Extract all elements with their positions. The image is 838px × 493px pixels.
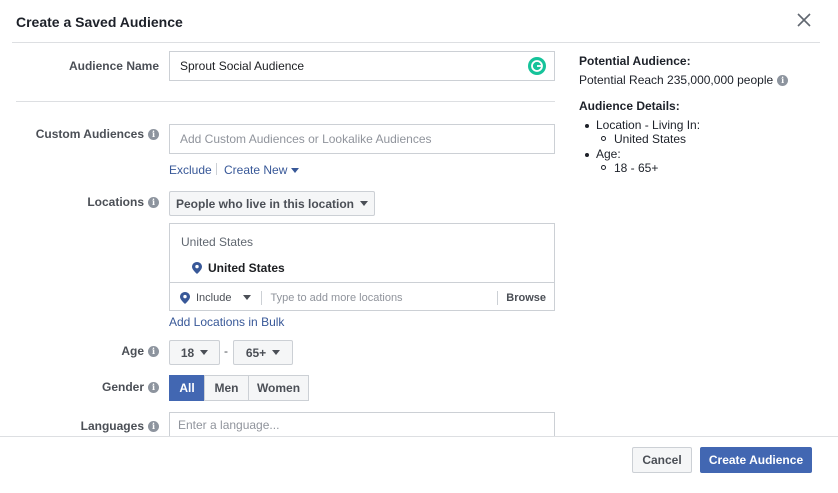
close-icon[interactable] (794, 10, 814, 30)
languages-placeholder: Enter a language... (178, 417, 280, 432)
detail-location-value: United States (614, 132, 687, 146)
chevron-down-icon (200, 350, 209, 355)
age-min-dropdown[interactable]: 18 (169, 340, 220, 365)
locations-box: United States United States Include Type… (169, 223, 555, 311)
custom-audiences-placeholder: Add Custom Audiences or Lookalike Audien… (180, 132, 432, 146)
gender-men-button[interactable]: Men (204, 375, 249, 401)
header-divider (12, 42, 820, 43)
potential-reach-text: Potential Reach 235,000,000 people (579, 73, 774, 87)
info-icon[interactable]: i (148, 345, 159, 357)
languages-label-text: Languages (80, 419, 144, 433)
custom-audiences-label-text: Custom Audiences (35, 127, 144, 141)
chevron-down-icon (360, 201, 369, 206)
info-icon[interactable]: i (148, 381, 159, 393)
gender-women-button[interactable]: Women (248, 375, 309, 401)
info-icon[interactable]: i (777, 74, 789, 86)
sub-bullet-icon (601, 165, 606, 170)
custom-audiences-input[interactable]: Add Custom Audiences or Lookalike Audien… (169, 124, 555, 154)
search-separator (261, 290, 263, 305)
potential-reach: Potential Reach 235,000,000 people i (579, 73, 789, 87)
grammarly-icon[interactable] (528, 57, 546, 75)
location-pin-icon (180, 291, 190, 304)
age-label: Age i (80, 344, 159, 358)
age-max-dropdown[interactable]: 65+ (233, 340, 293, 365)
gender-all-button[interactable]: All (169, 375, 205, 401)
audience-name-label-text: Audience Name (68, 59, 159, 73)
location-pin-icon (192, 262, 202, 274)
audience-details-title: Audience Details: (579, 99, 680, 113)
audience-name-value: Sprout Social Audience (180, 59, 305, 73)
create-new-label: Create New (224, 163, 288, 177)
location-search-row: Include Type to add more locations Brows… (170, 282, 554, 312)
include-dropdown[interactable]: Include (170, 291, 252, 304)
detail-location-item: Location - Living In: (596, 118, 701, 132)
gender-label: Gender i (80, 380, 159, 394)
browse-button[interactable]: Browse (497, 290, 554, 305)
gender-label-text: Gender (101, 380, 144, 394)
section-divider (16, 101, 555, 102)
dialog-title: Create a Saved Audience (16, 14, 183, 30)
detail-age-value: 18 - 65+ (614, 161, 659, 175)
age-separator: - (224, 344, 228, 358)
locations-label: Locations i (60, 195, 159, 209)
info-icon[interactable]: i (148, 128, 159, 140)
bullet-icon (585, 124, 589, 128)
detail-age-item: Age: (596, 147, 621, 161)
location-search-input[interactable]: Type to add more locations (270, 292, 497, 304)
create-audience-button[interactable]: Create Audience (700, 447, 812, 473)
age-max-value: 65+ (245, 345, 267, 360)
sub-bullet-icon (601, 136, 606, 141)
info-icon[interactable]: i (148, 196, 159, 208)
exclude-link[interactable]: Exclude (169, 163, 212, 177)
cancel-button[interactable]: Cancel (632, 447, 692, 473)
custom-audiences-label: Custom Audiences i (20, 127, 159, 141)
chevron-down-icon (272, 350, 281, 355)
selected-location-label: United States (208, 261, 285, 275)
languages-label: Languages i (60, 419, 159, 433)
create-new-dropdown[interactable]: Create New (224, 163, 300, 177)
footer-divider (0, 436, 838, 437)
create-saved-audience-dialog: Create a Saved Audience Audience Name Sp… (0, 0, 838, 493)
selected-location[interactable]: United States (192, 261, 285, 275)
add-locations-bulk-link[interactable]: Add Locations in Bulk (169, 315, 284, 329)
audience-name-input[interactable]: Sprout Social Audience (169, 51, 555, 81)
info-icon[interactable]: i (148, 420, 159, 432)
audience-name-label: Audience Name (40, 59, 159, 73)
location-type-label: People who live in this location (175, 196, 355, 211)
locations-label-text: Locations (87, 195, 144, 209)
location-type-dropdown[interactable]: People who live in this location (169, 191, 375, 216)
languages-input[interactable]: Enter a language... (169, 412, 555, 436)
include-label: Include (196, 291, 232, 304)
chevron-down-icon (291, 167, 300, 173)
chevron-down-icon (243, 295, 252, 300)
age-label-text: Age (121, 344, 144, 358)
potential-audience-title: Potential Audience: (579, 54, 691, 68)
link-separator (216, 163, 217, 175)
bullet-icon (585, 153, 589, 157)
age-min-value: 18 (180, 345, 195, 360)
country-header: United States (181, 235, 254, 249)
